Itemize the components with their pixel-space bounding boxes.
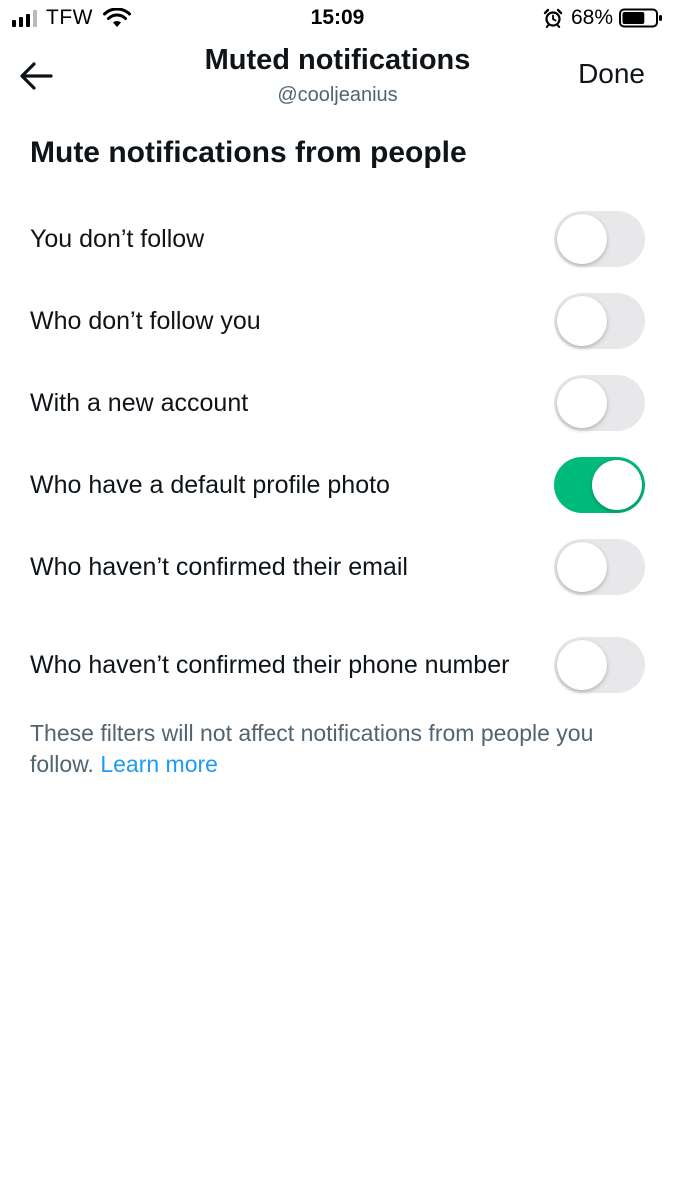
setting-label: Who don’t follow you [30,307,261,335]
toggle-knob [557,296,607,346]
setting-row-you-dont-follow: You don’t follow [0,198,675,280]
toggle-default-profile-photo[interactable] [554,457,645,513]
filters-footnote: These filters will not affect notificati… [30,718,650,780]
done-button[interactable]: Done [578,58,645,90]
setting-label: Who haven’t confirmed their phone number [30,651,510,679]
setting-row-new-account: With a new account [0,362,675,444]
setting-label: You don’t follow [30,225,205,253]
toggle-new-account[interactable] [554,375,645,431]
toggle-who-dont-follow-you[interactable] [554,293,645,349]
status-bar-right: 68% [543,6,663,30]
battery-percent: 68% [570,6,613,29]
battery-icon [619,8,662,28]
toggle-unconfirmed-email[interactable] [554,539,645,595]
setting-row-default-profile-photo: Who have a default profile photo [0,444,675,526]
toggle-knob [557,542,607,592]
setting-row-who-dont-follow-you: Who don’t follow you [0,280,675,362]
toggle-knob [557,378,607,428]
section-heading: Mute notifications from people [30,136,467,169]
status-bar: TFW 15:09 68% [0,0,675,38]
nav-header: Muted notifications @cooljeanius Done [0,38,675,118]
setting-label: Who haven’t confirmed their email [30,553,408,581]
setting-row-unconfirmed-phone: Who haven’t confirmed their phone number [0,608,675,722]
toggle-knob [557,214,607,264]
toggle-knob [592,460,642,510]
settings-list: You don’t follow Who don’t follow you Wi… [0,198,675,722]
setting-row-unconfirmed-email: Who haven’t confirmed their email [0,526,675,608]
toggle-you-dont-follow[interactable] [554,211,645,267]
account-handle: @cooljeanius [277,84,398,106]
learn-more-link[interactable]: Learn more [100,751,218,777]
toggle-knob [557,640,607,690]
toggle-unconfirmed-phone[interactable] [554,637,645,693]
alarm-icon [543,8,563,28]
setting-label: Who have a default profile photo [30,471,390,499]
page-title: Muted notifications [204,44,471,76]
setting-label: With a new account [30,389,249,417]
